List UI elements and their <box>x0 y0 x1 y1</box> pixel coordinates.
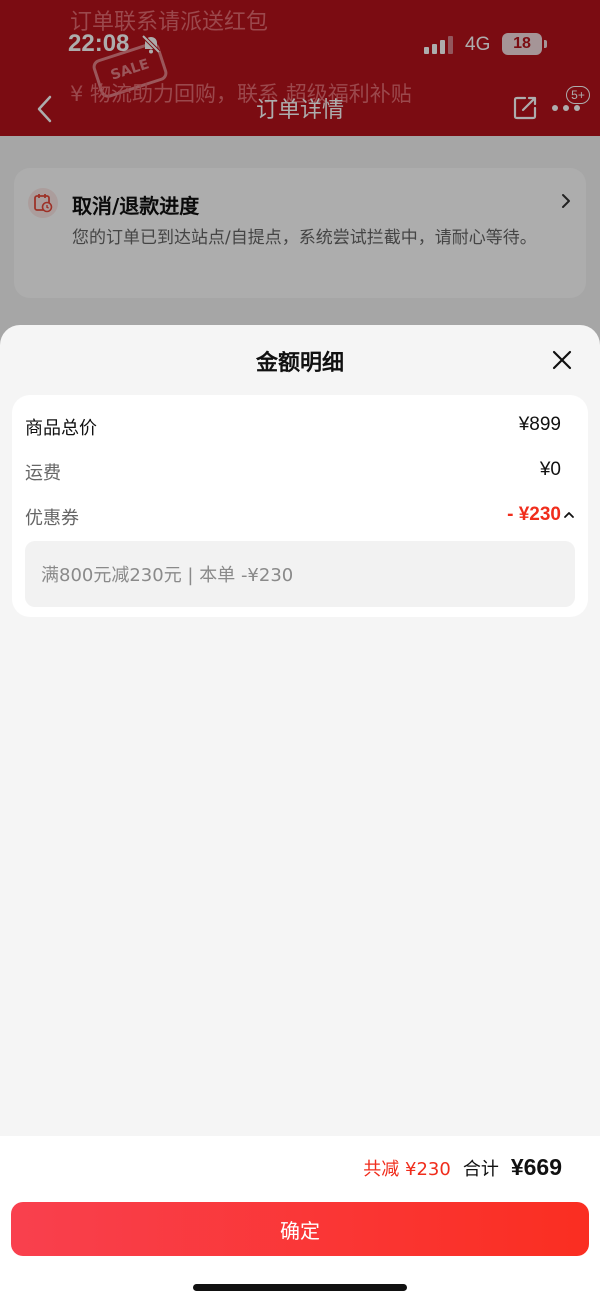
coupon-value: - ¥230 <box>507 504 561 525</box>
total-value: ¥669 <box>510 1154 562 1180</box>
row-coupon[interactable]: 优惠券 - ¥230 <box>25 502 575 532</box>
sheet-title: 金额明细 <box>255 351 344 376</box>
row-shipping: 运费 ¥0 <box>25 457 575 487</box>
price-summary: 共减 ¥230 合计 ¥669 <box>363 1154 562 1181</box>
close-icon[interactable] <box>551 349 573 371</box>
total-label: 合计 <box>462 1159 499 1180</box>
coupon-detail: 满800元减230元 | 本单 -¥230 <box>25 541 575 607</box>
shipping-label: 运费 <box>25 463 61 484</box>
chevron-up-icon[interactable] <box>563 510 575 520</box>
amount-detail-card: 商品总价 ¥899 运费 ¥0 优惠券 - ¥230 满800元减230元 | … <box>12 395 588 617</box>
home-indicator[interactable] <box>193 1284 407 1291</box>
row-goods-total: 商品总价 ¥899 <box>25 412 575 442</box>
goods-total-value: ¥899 <box>518 414 561 435</box>
goods-total-label: 商品总价 <box>25 418 97 439</box>
confirm-button[interactable]: 确定 <box>11 1202 589 1256</box>
saved-amount: 共减 ¥230 <box>363 1159 451 1180</box>
coupon-label: 优惠券 <box>25 508 79 529</box>
footer-bar: 共减 ¥230 合计 ¥669 确定 <box>0 1136 600 1303</box>
shipping-value: ¥0 <box>539 459 561 480</box>
